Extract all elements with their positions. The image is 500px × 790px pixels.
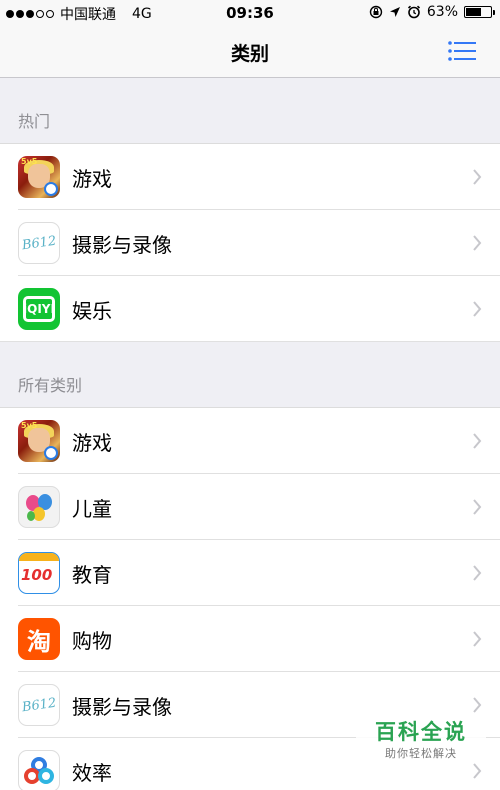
chevron-right-icon <box>473 499 482 515</box>
game-icon: 5v5 <box>18 156 60 198</box>
b612-icon: B612 <box>18 684 60 726</box>
list-item-games[interactable]: 5v5 游戏 <box>0 144 500 210</box>
battery-icon <box>464 6 495 18</box>
list-item-entertainment[interactable]: iQIYI 娱乐 <box>0 276 500 342</box>
taobao-icon: 淘 <box>18 618 60 660</box>
b612-icon: B612 <box>18 222 60 264</box>
kids-icon <box>18 486 60 528</box>
location-icon <box>389 7 400 17</box>
handprints-icon <box>26 494 52 521</box>
section-title: 热门 <box>18 112 51 131</box>
section-header-all: 所有类别 <box>0 342 500 408</box>
taobao-text: 淘 <box>27 627 51 656</box>
baidu-cloud-icon <box>24 757 54 784</box>
iqiyi-text: iQIYI <box>23 296 55 322</box>
chevron-right-icon <box>473 697 482 713</box>
page-title: 类别 <box>230 43 269 65</box>
chevron-right-icon <box>473 301 482 317</box>
edu-icon: 100 <box>18 552 60 594</box>
item-label: 娱乐 <box>72 298 112 323</box>
item-label: 游戏 <box>72 430 112 455</box>
popular-list: 5v5 游戏 B612 摄影与录像 iQIYI 娱乐 <box>0 144 500 342</box>
section-title: 所有类别 <box>18 376 83 395</box>
watermark: 百科全说 助你轻松解决 <box>356 716 486 763</box>
watermark-subtitle: 助你轻松解决 <box>385 747 457 760</box>
game-tag: 5v5 <box>21 421 38 430</box>
efficiency-icon <box>18 750 60 790</box>
watermark-title: 百科全说 <box>375 720 467 744</box>
nav-bar: 类别 <box>0 26 500 78</box>
rotation-lock-icon <box>369 5 383 19</box>
item-label: 购物 <box>72 628 112 653</box>
chevron-right-icon <box>473 565 482 581</box>
chevron-right-icon <box>473 763 482 779</box>
list-item-education[interactable]: 100 教育 <box>0 540 500 606</box>
item-label: 教育 <box>72 562 112 587</box>
chevron-right-icon <box>473 169 482 185</box>
alarm-icon <box>407 5 420 19</box>
item-label: 摄影与录像 <box>72 694 172 719</box>
list-item-kids[interactable]: 儿童 <box>0 474 500 540</box>
item-label: 效率 <box>72 760 112 785</box>
battery-level <box>466 8 482 16</box>
item-label: 摄影与录像 <box>72 232 172 257</box>
section-header-popular: 热门 <box>0 78 500 144</box>
status-right: 63% <box>369 4 495 20</box>
iqiyi-icon: iQIYI <box>18 288 60 330</box>
item-label: 儿童 <box>72 496 112 521</box>
list-item-photo-video[interactable]: B612 摄影与录像 <box>0 210 500 276</box>
list-icon[interactable] <box>448 41 476 61</box>
edu-text: 100 <box>21 566 53 584</box>
chevron-right-icon <box>473 433 482 449</box>
game-icon: 5v5 <box>18 420 60 462</box>
list-item-shopping[interactable]: 淘 购物 <box>0 606 500 672</box>
status-bar: 中国联通 4G 09:36 63% <box>0 0 500 26</box>
game-tag: 5v5 <box>21 157 38 166</box>
item-label: 游戏 <box>72 166 112 191</box>
chevron-right-icon <box>473 235 482 251</box>
chevron-right-icon <box>473 631 482 647</box>
list-item-games[interactable]: 5v5 游戏 <box>0 408 500 474</box>
battery-percent: 63% <box>426 4 458 20</box>
b612-text: B612 <box>20 233 58 253</box>
b612-text: B612 <box>20 695 58 715</box>
